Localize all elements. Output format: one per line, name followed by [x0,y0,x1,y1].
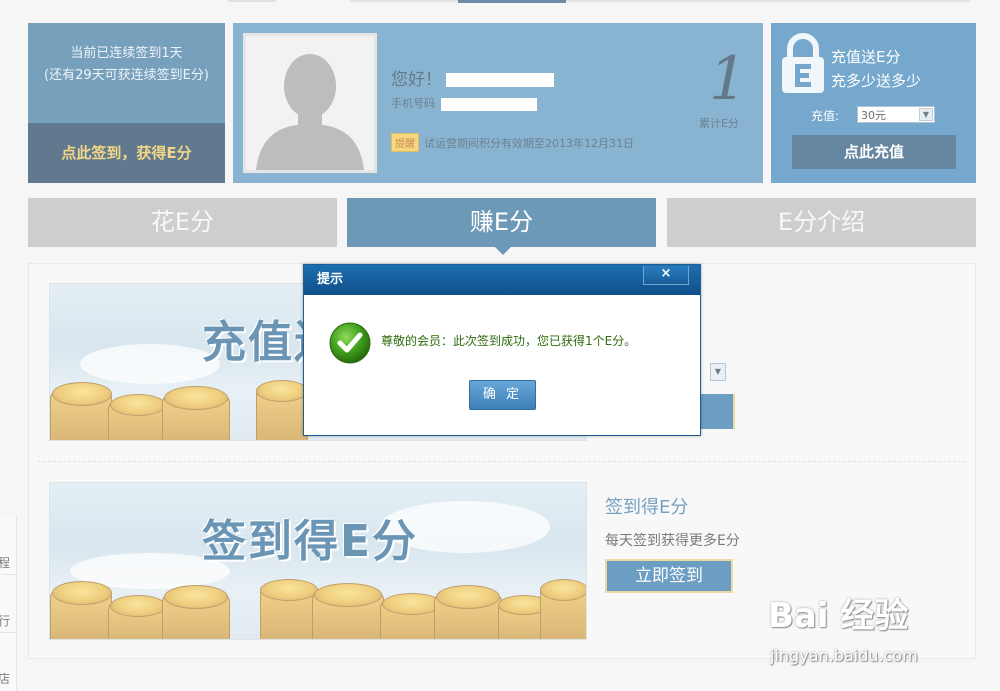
watermark-url: jingyan.baidu.com [770,646,918,665]
success-check-icon [329,322,371,364]
watermark-brand: Bai 经验 [768,596,909,636]
success-dialog: 提示 × 尊敬的会员：此次签到成功，您已获得1个E分。 确 定 [303,264,701,436]
ok-button[interactable]: 确 定 [469,380,536,410]
dialog-header: 提示 × [304,265,700,295]
baidu-jingyan-watermark: Bai 经验 [768,588,908,637]
close-icon[interactable]: × [643,266,689,285]
dialog-title: 提示 [317,272,344,287]
dialog-message: 尊敬的会员：此次签到成功，您已获得1个E分。 [381,334,637,348]
